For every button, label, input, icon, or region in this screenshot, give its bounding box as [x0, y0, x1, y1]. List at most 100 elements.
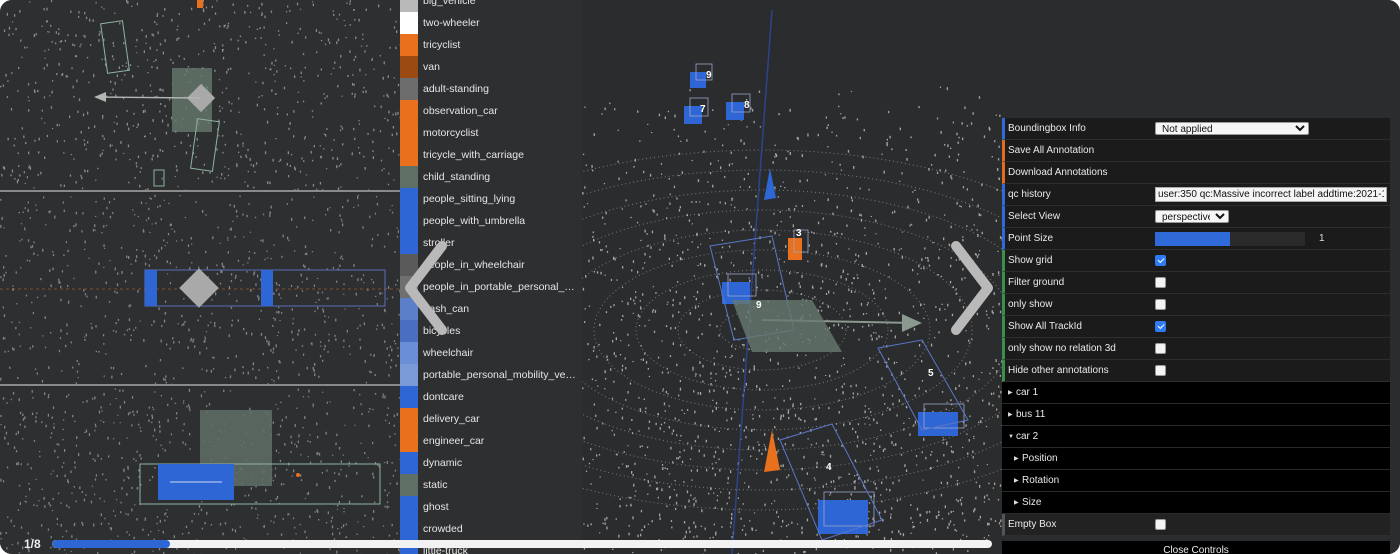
top-view-canvas: [0, 0, 400, 190]
class-item[interactable]: van: [400, 56, 582, 78]
previous-frame-button[interactable]: [402, 238, 452, 338]
point-size-slider-fill: [1155, 231, 1230, 246]
class-color-swatch: [400, 452, 418, 474]
frame-counter: 1/8: [24, 537, 41, 551]
caret-right-icon: ▶: [1014, 500, 1019, 506]
class-label: adult-standing: [423, 83, 489, 95]
close-controls-button[interactable]: Close Controls: [1002, 541, 1390, 554]
class-color-swatch: [400, 56, 418, 78]
class-label: motorcyclist: [423, 127, 479, 139]
class-item[interactable]: crowded: [400, 518, 582, 540]
show-grid-checkbox[interactable]: [1155, 255, 1166, 266]
folder-car-2[interactable]: ▼ car 2: [1002, 426, 1390, 448]
class-item[interactable]: portable_personal_mobility_vehicle: [400, 364, 582, 386]
class-label: crowded: [423, 523, 463, 535]
bbox-info-select[interactable]: Not applied: [1155, 122, 1309, 135]
folder-car-1[interactable]: ▶ car 1: [1002, 382, 1390, 404]
class-label: dynamic: [423, 457, 463, 469]
class-color-swatch: [400, 210, 418, 232]
class-label: delivery_car: [423, 413, 480, 425]
show-grid-row: Show grid: [1002, 250, 1390, 272]
only-show-row: only show: [1002, 294, 1390, 316]
class-item[interactable]: dontcare: [400, 386, 582, 408]
folder-position[interactable]: ▶ Position: [1002, 448, 1390, 470]
class-item[interactable]: engineer_car: [400, 430, 582, 452]
hide-other-row: Hide other annotations: [1002, 360, 1390, 382]
point-size-slider[interactable]: [1155, 231, 1305, 246]
only-show-checkbox[interactable]: [1155, 299, 1166, 310]
annotation-box[interactable]: [726, 102, 744, 120]
class-item[interactable]: motorcyclist: [400, 122, 582, 144]
show-all-trackid-label: Show All TrackId: [1008, 321, 1082, 332]
class-item[interactable]: two-wheeler: [400, 12, 582, 34]
filter-ground-label: Filter ground: [1008, 277, 1065, 288]
download-annotations-label: Download Annotations: [1008, 167, 1108, 178]
select-view-row: Select View perspective: [1002, 206, 1390, 228]
top-view-panel[interactable]: [0, 0, 400, 192]
annotation-box[interactable]: [818, 500, 868, 534]
folder-position-label: Position: [1022, 453, 1058, 464]
show-all-trackid-row: Show All TrackId: [1002, 316, 1390, 338]
class-color-swatch: [400, 122, 418, 144]
no-relation-checkbox[interactable]: [1155, 343, 1166, 354]
box-id-label: 5: [928, 368, 934, 379]
class-item[interactable]: observation_car: [400, 100, 582, 122]
folder-size[interactable]: ▶ Size: [1002, 492, 1390, 514]
bbox-info-row: Boundingbox Info Not applied: [1002, 118, 1390, 140]
class-color-swatch: [400, 342, 418, 364]
frame-progress-bar[interactable]: [52, 540, 992, 548]
point-size-label: Point Size: [1008, 233, 1054, 244]
class-color-swatch: [400, 34, 418, 56]
class-color-swatch: [400, 386, 418, 408]
class-item[interactable]: big_vehicle: [400, 0, 582, 12]
class-color-swatch: [400, 166, 418, 188]
frame-progress-fill: [52, 540, 170, 548]
hide-other-checkbox[interactable]: [1155, 365, 1166, 376]
class-color-swatch: [400, 0, 418, 12]
class-item[interactable]: people_with_umbrella: [400, 210, 582, 232]
folder-size-label: Size: [1022, 497, 1042, 508]
box-id-label: 8: [744, 100, 750, 111]
download-annotations-button[interactable]: Download Annotations: [1002, 162, 1390, 184]
class-item[interactable]: people_sitting_lying: [400, 188, 582, 210]
save-all-annotation-button[interactable]: Save All Annotation: [1002, 140, 1390, 162]
class-item[interactable]: static: [400, 474, 582, 496]
front-view-panel[interactable]: [0, 388, 400, 554]
class-item[interactable]: delivery_car: [400, 408, 582, 430]
class-item[interactable]: tricycle_with_carriage: [400, 144, 582, 166]
folder-bus-11[interactable]: ▶ bus 11: [1002, 404, 1390, 426]
class-color-swatch: [400, 100, 418, 122]
show-all-trackid-checkbox[interactable]: [1155, 321, 1166, 332]
side-view-panel[interactable]: 10: [0, 194, 400, 386]
class-item[interactable]: dynamic: [400, 452, 582, 474]
filter-ground-checkbox[interactable]: [1155, 277, 1166, 288]
box-id-label: 9: [756, 300, 762, 311]
class-label: big_vehicle: [423, 0, 476, 7]
show-grid-label: Show grid: [1008, 255, 1053, 266]
class-label: observation_car: [423, 105, 498, 117]
annotation-box[interactable]: [788, 238, 802, 260]
folder-rotation[interactable]: ▶ Rotation: [1002, 470, 1390, 492]
class-item[interactable]: child_standing: [400, 166, 582, 188]
class-item[interactable]: adult-standing: [400, 78, 582, 100]
select-view-select[interactable]: perspective: [1155, 210, 1229, 223]
filter-ground-row: Filter ground: [1002, 272, 1390, 294]
only-show-label: only show: [1008, 299, 1053, 310]
qc-history-row: qc history: [1002, 184, 1390, 206]
class-item[interactable]: wheelchair: [400, 342, 582, 364]
empty-box-label: Empty Box: [1008, 519, 1057, 530]
class-color-swatch: [400, 144, 418, 166]
folder-car-2-label: car 2: [1016, 431, 1039, 442]
qc-history-field[interactable]: [1155, 187, 1387, 202]
class-label: two-wheeler: [423, 17, 480, 29]
box-id-label: 4: [826, 462, 832, 473]
folder-rotation-label: Rotation: [1022, 475, 1060, 486]
front-view-canvas: [0, 388, 400, 554]
class-item[interactable]: tricyclist: [400, 34, 582, 56]
class-label: portable_personal_mobility_vehicle: [423, 369, 578, 381]
point-size-value: 1: [1319, 233, 1325, 244]
empty-box-checkbox[interactable]: [1155, 519, 1166, 530]
class-color-swatch: [400, 518, 418, 540]
class-item[interactable]: ghost: [400, 496, 582, 518]
next-frame-button[interactable]: [946, 238, 996, 338]
